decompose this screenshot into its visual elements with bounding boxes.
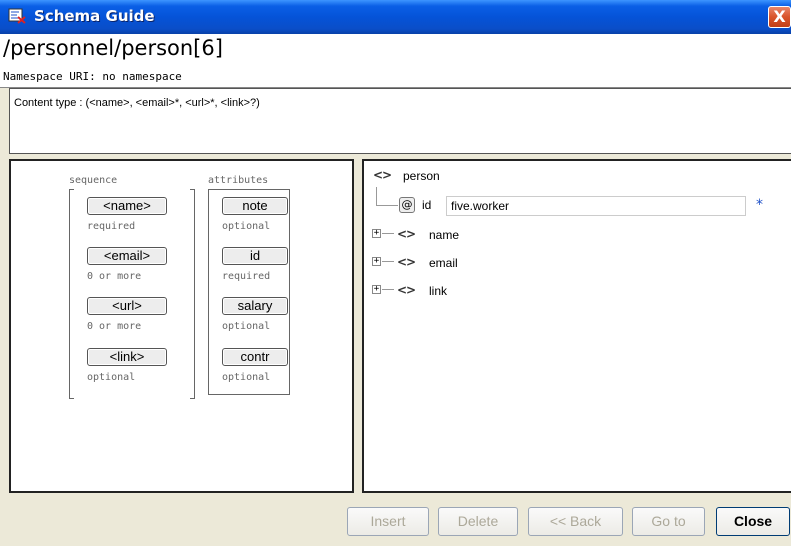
insert-button[interactable]: Insert bbox=[347, 507, 429, 536]
window-left-edge bbox=[0, 34, 9, 546]
close-icon: X bbox=[773, 7, 786, 26]
element-path: /personnel/person[6] bbox=[3, 36, 223, 60]
tree-child-email[interactable]: email bbox=[429, 256, 458, 270]
window-title: Schema Guide bbox=[34, 7, 155, 25]
required-marker: * bbox=[756, 197, 763, 213]
attribute-item-note[interactable]: note bbox=[222, 197, 288, 215]
sequence-bracket-left bbox=[69, 189, 74, 399]
path-header: /personnel/person[6] Namespace URI: no n… bbox=[0, 34, 791, 88]
expand-name-icon[interactable]: + bbox=[372, 229, 381, 238]
tree-line bbox=[382, 233, 394, 234]
content-type-text: Content type : (<name>, <email>*, <url>*… bbox=[14, 97, 260, 109]
tree-line bbox=[382, 261, 394, 262]
element-icon: <> bbox=[397, 227, 416, 241]
delete-button[interactable]: Delete bbox=[438, 507, 518, 536]
goto-button[interactable]: Go to bbox=[632, 507, 705, 536]
attribute-item-id[interactable]: id bbox=[222, 247, 288, 265]
attribute-icon: @ bbox=[399, 197, 415, 213]
attributes-label: attributes bbox=[208, 175, 269, 186]
element-icon: <> bbox=[397, 255, 416, 269]
sequence-item-email-note: 0 or more bbox=[87, 271, 142, 282]
back-button[interactable]: << Back bbox=[528, 507, 623, 536]
sequence-item-name-note: required bbox=[87, 221, 136, 232]
attribute-item-note-note: optional bbox=[222, 221, 271, 232]
button-bar: Insert Delete << Back Go to Close bbox=[9, 493, 791, 546]
attribute-name-id: id bbox=[422, 198, 432, 212]
tree-child-name[interactable]: name bbox=[429, 228, 459, 242]
window-close-button[interactable]: X bbox=[768, 6, 791, 28]
element-icon: <> bbox=[397, 283, 416, 297]
attribute-item-contr-note: optional bbox=[222, 372, 271, 383]
expand-link-icon[interactable]: + bbox=[372, 285, 381, 294]
attribute-item-salary[interactable]: salary bbox=[222, 297, 288, 315]
tree-line bbox=[376, 205, 398, 206]
attribute-item-salary-note: optional bbox=[222, 321, 271, 332]
content-model-pane: sequence attributes <name> required <ema… bbox=[9, 159, 354, 493]
expand-email-icon[interactable]: + bbox=[372, 257, 381, 266]
element-icon: <> bbox=[373, 168, 392, 182]
schema-guide-window: Schema Guide X /personnel/person[6] Name… bbox=[0, 0, 791, 546]
sequence-label: sequence bbox=[69, 175, 118, 186]
tree-line bbox=[376, 187, 377, 205]
element-tree-pane: <> person @ id five.worker * + <> name +… bbox=[362, 159, 791, 493]
attribute-item-id-note: required bbox=[222, 271, 271, 282]
close-button[interactable]: Close bbox=[716, 507, 790, 536]
tree-child-link[interactable]: link bbox=[429, 284, 447, 298]
tree-line bbox=[382, 289, 394, 290]
content-type-box: Content type : (<name>, <email>*, <url>*… bbox=[9, 88, 791, 154]
namespace-uri: Namespace URI: no namespace bbox=[3, 70, 182, 83]
schema-guide-app-icon bbox=[8, 8, 26, 24]
sequence-item-link[interactable]: <link> bbox=[87, 348, 167, 366]
sequence-item-email[interactable]: <email> bbox=[87, 247, 167, 265]
sequence-item-link-note: optional bbox=[87, 372, 136, 383]
sequence-item-name[interactable]: <name> bbox=[87, 197, 167, 215]
sequence-item-url[interactable]: <url> bbox=[87, 297, 167, 315]
sequence-item-url-note: 0 or more bbox=[87, 321, 142, 332]
attribute-id-value-input[interactable]: five.worker bbox=[446, 196, 746, 216]
tree-root-person[interactable]: person bbox=[403, 169, 440, 183]
attribute-item-contr[interactable]: contr bbox=[222, 348, 288, 366]
title-bar[interactable]: Schema Guide X bbox=[0, 0, 791, 34]
sequence-bracket-right bbox=[190, 189, 195, 399]
